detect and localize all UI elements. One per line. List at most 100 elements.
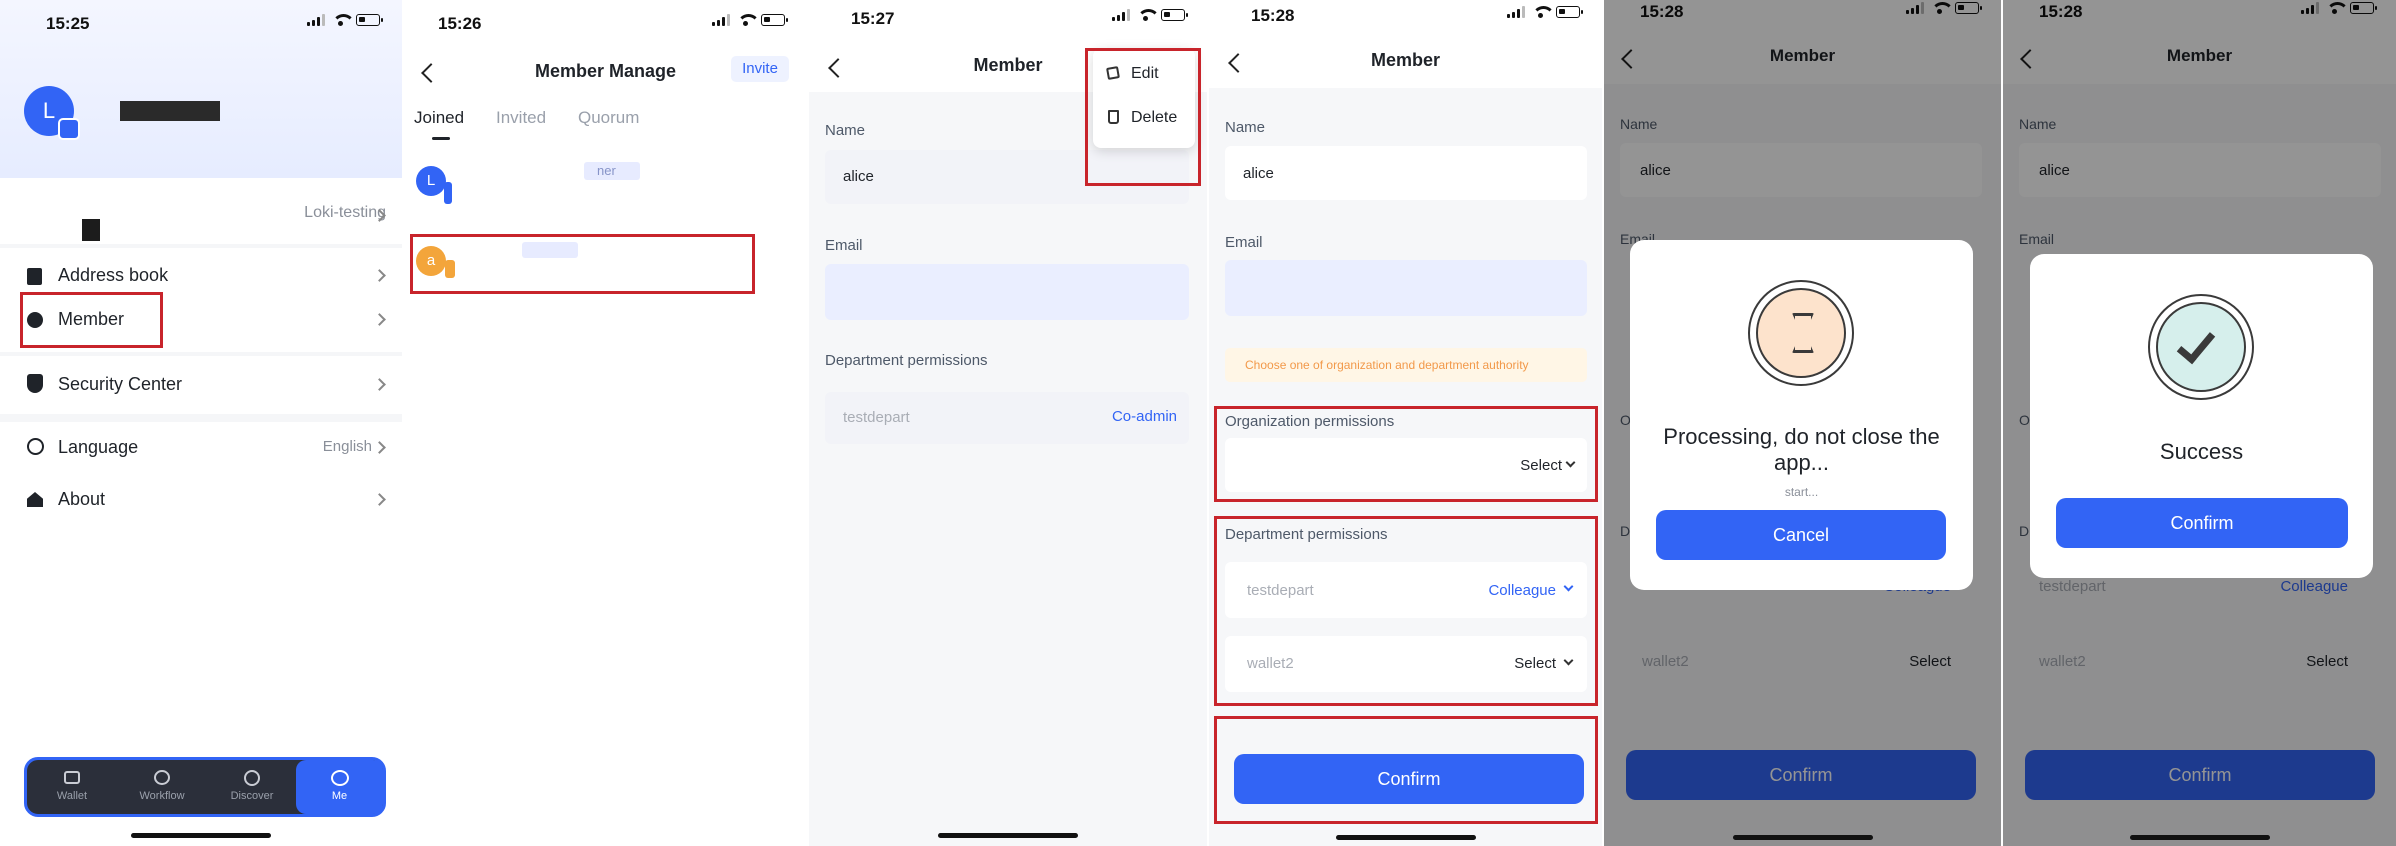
tab-label: Wallet bbox=[56, 790, 88, 802]
menu-label: About bbox=[58, 489, 106, 509]
menu-label: Edit bbox=[1131, 65, 1159, 82]
name-field[interactable] bbox=[1225, 146, 1587, 200]
divider bbox=[0, 414, 402, 422]
tab-wallet[interactable]: Wallet bbox=[27, 760, 117, 814]
dialog-title: Processing, do not close the app... bbox=[1663, 424, 1940, 475]
phone-me-page: 15:25 L Loki-testing Address book Member… bbox=[0, 0, 402, 846]
tab-label: Discover bbox=[230, 790, 274, 802]
invite-button[interactable]: Invite bbox=[731, 56, 789, 82]
name-value: alice bbox=[1243, 165, 1274, 182]
tab-label: Workflow bbox=[139, 790, 185, 802]
phone-processing: 15:28 Member Name alice Email O D Collea… bbox=[1604, 0, 2001, 846]
home-indicator bbox=[938, 833, 1078, 838]
avatar: L bbox=[416, 166, 446, 196]
dialog-subtitle: start... bbox=[1784, 485, 1819, 499]
me-icon bbox=[330, 770, 349, 786]
screenshot-strip: 15:25 L Loki-testing Address book Member… bbox=[0, 0, 2396, 846]
signal-icon bbox=[307, 14, 325, 26]
status-time: 15:27 bbox=[851, 9, 895, 28]
department-name: wallet2 bbox=[1247, 655, 1294, 672]
menu-label: Security Center bbox=[58, 374, 183, 394]
cancel-button[interactable]: Cancel bbox=[1656, 510, 1946, 560]
chevron-right-icon bbox=[373, 378, 386, 391]
success-dialog: Success Confirm bbox=[2030, 254, 2373, 578]
battery-icon bbox=[356, 14, 383, 26]
menu-label: Address book bbox=[58, 265, 169, 285]
menu-item-language[interactable]: Language English bbox=[0, 422, 402, 474]
home-indicator bbox=[2129, 835, 2270, 840]
menu-edit[interactable]: Edit bbox=[1093, 56, 1195, 92]
email-label: Email bbox=[1225, 234, 1263, 251]
nav-header: Member Manage Invite bbox=[404, 46, 807, 94]
list-item[interactable]: a bbox=[404, 234, 807, 294]
status-icons bbox=[1112, 9, 1188, 21]
department-name: testdepart bbox=[1247, 582, 1314, 599]
redacted-name bbox=[522, 242, 578, 258]
avatar-badge-icon bbox=[445, 260, 455, 278]
shield-icon bbox=[27, 374, 43, 393]
department-role: Colleague bbox=[1488, 582, 1556, 599]
bottom-tab-bar: Wallet Workflow Discover Me bbox=[24, 757, 386, 817]
status-time: 15:26 bbox=[438, 14, 482, 33]
battery-icon bbox=[1161, 9, 1188, 21]
tab-joined[interactable]: Joined bbox=[414, 108, 464, 128]
phone-member-manage: 15:26 Member Manage Invite Joined Invite… bbox=[404, 0, 807, 846]
wifi-icon bbox=[1532, 6, 1549, 18]
status-icons bbox=[1507, 6, 1583, 18]
avatar: a bbox=[416, 246, 446, 276]
name-value: alice bbox=[843, 168, 874, 185]
redacted-username bbox=[120, 101, 220, 121]
email-field bbox=[825, 264, 1189, 320]
department-permissions-label: Department permissions bbox=[1225, 526, 1388, 543]
menu-label: Member bbox=[58, 309, 125, 329]
trash-icon bbox=[1108, 110, 1119, 124]
status-icons bbox=[307, 14, 383, 26]
avatar-badge-icon bbox=[444, 182, 452, 204]
dialog-confirm-button[interactable]: Confirm bbox=[2056, 498, 2348, 548]
tab-discover[interactable]: Discover bbox=[207, 760, 297, 814]
popup-menu: Edit Delete bbox=[1093, 48, 1195, 148]
language-value: English bbox=[322, 438, 372, 455]
globe-icon bbox=[27, 438, 44, 455]
menu-label: Delete bbox=[1131, 109, 1178, 126]
status-time: 15:28 bbox=[1251, 6, 1295, 25]
wifi-icon bbox=[737, 14, 754, 26]
status-time: 15:25 bbox=[46, 14, 90, 33]
tab-me[interactable]: Me bbox=[296, 760, 383, 814]
name-field bbox=[825, 150, 1189, 204]
dialog-title: Success bbox=[2159, 439, 2244, 464]
status-bar: 15:25 bbox=[0, 0, 402, 46]
signal-icon bbox=[712, 14, 730, 26]
tab-label: Me bbox=[331, 790, 348, 802]
home-indicator bbox=[1335, 835, 1476, 840]
phone-member-detail: 15:27 Member Name alice Email Department… bbox=[809, 0, 1207, 846]
list-item[interactable]: L ner bbox=[404, 150, 807, 210]
menu-item-address-book[interactable]: Address book bbox=[0, 248, 402, 300]
wifi-icon bbox=[1137, 9, 1154, 21]
tab-workflow[interactable]: Workflow bbox=[117, 760, 207, 814]
menu-item-about[interactable]: About bbox=[0, 474, 402, 526]
confirm-button[interactable]: Confirm bbox=[1234, 754, 1584, 804]
chevron-right-icon bbox=[373, 313, 386, 326]
menu-item-member[interactable]: Member bbox=[0, 300, 402, 352]
name-label: Name bbox=[1225, 119, 1266, 136]
wifi-icon bbox=[332, 14, 349, 26]
email-field[interactable] bbox=[1225, 260, 1587, 316]
menu-delete[interactable]: Delete bbox=[1093, 100, 1195, 136]
avatar-badge-icon bbox=[58, 118, 80, 140]
phone-success: 15:28 Member Name alice Email O D testde… bbox=[2003, 0, 2396, 846]
status-bar: 15:26 bbox=[404, 0, 807, 46]
content-bg bbox=[809, 92, 1207, 846]
tab-quorum[interactable]: Quorum bbox=[578, 108, 639, 128]
status-icons bbox=[712, 14, 788, 26]
warning-banner: Choose one of organization and departmen… bbox=[1225, 348, 1587, 382]
chevron-right-icon bbox=[373, 269, 386, 282]
chevron-right-icon bbox=[373, 441, 386, 454]
department-name: testdepart bbox=[843, 409, 910, 426]
menu-item-security-center[interactable]: Security Center bbox=[0, 356, 402, 414]
compass-icon bbox=[244, 770, 260, 786]
department-permissions-label: Department permissions bbox=[825, 352, 988, 369]
home-icon bbox=[27, 492, 43, 507]
phone-member-edit: 15:28 Member Name alice Email Choose one… bbox=[1209, 0, 1602, 846]
tab-invited[interactable]: Invited bbox=[496, 108, 546, 128]
